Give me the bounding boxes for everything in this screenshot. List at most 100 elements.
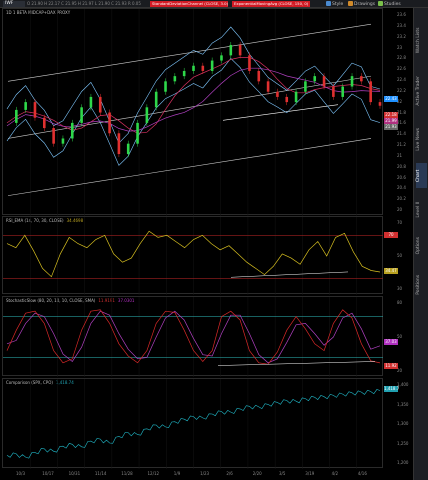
candle xyxy=(238,44,242,56)
time-axis-label: 4/16 xyxy=(357,471,367,476)
candle xyxy=(266,81,270,92)
candle xyxy=(192,65,195,71)
scale-tick-label: 22.2 xyxy=(397,87,406,93)
scale-tick-label: 20.6 xyxy=(397,174,406,180)
price-tag: 37.03 xyxy=(384,339,398,345)
sidebar-tab-level-ii[interactable]: Level II xyxy=(416,192,427,227)
stoch-scale[interactable]: 80 50 20 37.03 11.92 xyxy=(383,296,413,376)
comparison-scale[interactable]: 1,400 1,350 1,300 1,250 1,200 1,418.7 xyxy=(383,378,413,468)
scale-tick-label: 23.2 xyxy=(397,33,406,39)
scale-tick-label: 21 xyxy=(397,152,403,158)
scale-tick-label: 20.2 xyxy=(397,196,406,202)
study-badge-stddev[interactable]: StandardDeviationChannel (CLOSE, 3.0) xyxy=(150,1,228,7)
candle xyxy=(332,86,335,97)
drawings-icon xyxy=(348,1,353,6)
time-axis-label: 10/17 xyxy=(42,471,54,476)
scale-tick-label: 20 xyxy=(397,207,403,212)
scale-tick-label: 1,300 xyxy=(397,421,409,426)
time-axis-label: 2/20 xyxy=(252,471,262,476)
candle xyxy=(61,138,65,144)
candle xyxy=(276,91,279,97)
comparison-panel[interactable]: Comparison (SPX, CPO) 1,418.74 xyxy=(2,378,384,469)
chart-toolbar: IWF O 21.90 H 22.17 C 21.95 H 21.97 L 21… xyxy=(0,0,428,8)
time-axis-label: 4/2 xyxy=(331,471,339,476)
scale-tick-label: 20.4 xyxy=(397,185,406,191)
candle xyxy=(126,143,130,155)
time-axis-label: 10/31 xyxy=(68,471,81,476)
price-tag: 22.43 xyxy=(384,96,398,102)
scale-tick-label: 1,250 xyxy=(397,440,409,446)
sidebar-tab-options[interactable]: Options xyxy=(416,230,427,261)
candle xyxy=(43,117,46,129)
scale-tick-label: 70 xyxy=(397,220,403,225)
stoch-trend-line xyxy=(217,361,376,366)
price-tag: 21.93 xyxy=(384,124,398,130)
scale-tick-label: 30 xyxy=(397,286,403,291)
time-axis-label: 10/3 xyxy=(16,471,25,476)
scale-tick-label: 22.6 xyxy=(397,66,406,72)
price-quote: O 21.90 H 22.17 C 21.95 H 21.97 L 21.90 … xyxy=(27,1,141,6)
rsi-panel[interactable]: RSI_EMA (14, 70, 30, CLOSE) 34.4698 xyxy=(2,216,384,295)
scale-tick-label: 22.8 xyxy=(397,55,406,61)
time-axis-label: 1/9 xyxy=(173,471,181,476)
channel-lower-line xyxy=(7,138,372,196)
candle xyxy=(229,44,233,56)
sidebar-tab-active-trader[interactable]: Active Trader xyxy=(416,66,427,117)
time-axis-label: 3/19 xyxy=(305,471,315,476)
candle xyxy=(89,96,93,108)
time-axis[interactable]: 10/3 10/17 10/31 11/14 11/28 12/12 1/9 1/23 2/6 2… xyxy=(2,469,383,480)
time-axis-label: 1/23 xyxy=(200,471,210,476)
study-badge-ema[interactable]: ExponentialMovingAvg (CLOSE, 150, 0) xyxy=(232,1,310,7)
candle xyxy=(378,102,382,106)
time-axis-label: 2/6 xyxy=(226,471,233,476)
scale-tick-label: 22.4 xyxy=(397,77,406,82)
candle xyxy=(294,91,298,103)
style-button[interactable]: Style xyxy=(326,1,343,7)
time-axis-label: 3/5 xyxy=(279,471,286,476)
stoch-chart[interactable] xyxy=(3,297,384,377)
scale-tick-label: 80 xyxy=(397,300,403,305)
price-tag: 70 xyxy=(384,232,398,238)
scale-tick-label: 23 xyxy=(397,44,403,50)
candle xyxy=(201,65,205,71)
price-scale[interactable]: 23.6 23.4 23.2 23 22.8 22.6 22.4 22.2 22 21.8 21.6… xyxy=(383,8,413,215)
candle xyxy=(257,70,261,82)
candle xyxy=(173,76,177,82)
drawings-button[interactable]: Drawings xyxy=(348,1,375,7)
scale-tick-label: 21.4 xyxy=(397,131,406,137)
candle xyxy=(341,86,344,97)
sidebar-tab-live-news[interactable]: Live News xyxy=(416,121,427,159)
studies-button[interactable]: Studies xyxy=(378,1,401,7)
sidebar-tab-positions[interactable]: Positions xyxy=(416,266,427,304)
sidebar-tab-watch-lists[interactable]: Watch Lists xyxy=(416,18,427,62)
rsi-trend-line xyxy=(230,271,349,278)
candle xyxy=(136,122,139,144)
candle xyxy=(210,60,214,71)
candle xyxy=(15,109,18,123)
candle xyxy=(304,81,307,92)
time-axis-label: 12/12 xyxy=(147,471,160,476)
time-axis-label: 11/28 xyxy=(121,471,133,476)
rsi-chart[interactable] xyxy=(3,217,384,295)
candle xyxy=(98,96,102,113)
candle xyxy=(154,91,158,108)
sidebar-tab-chart[interactable]: Chart xyxy=(416,162,427,188)
price-chart[interactable] xyxy=(3,9,384,216)
candle xyxy=(350,76,354,87)
candle xyxy=(285,96,289,103)
candle xyxy=(108,112,111,134)
scale-tick-label: 23.6 xyxy=(397,12,406,17)
price-panel[interactable]: 1D 1 BETA MIDCAP+DAX PROXY xyxy=(2,8,384,216)
price-tag: 11.92 xyxy=(384,363,398,369)
candle xyxy=(248,55,251,71)
scale-tick-label: 1,350 xyxy=(397,401,409,407)
candle xyxy=(322,76,326,87)
rsi-scale[interactable]: 70 50 30 70 34.47 xyxy=(383,216,413,294)
scale-tick-label: 21.2 xyxy=(397,142,406,147)
candle xyxy=(80,107,83,123)
stoch-panel[interactable]: StochasticSlow (80, 20, 10, 10, CLOSE, S… xyxy=(2,296,384,377)
candle xyxy=(220,55,223,61)
comparison-chart[interactable] xyxy=(3,379,384,469)
candle xyxy=(182,70,186,77)
symbol-field[interactable]: IWF xyxy=(3,1,25,7)
